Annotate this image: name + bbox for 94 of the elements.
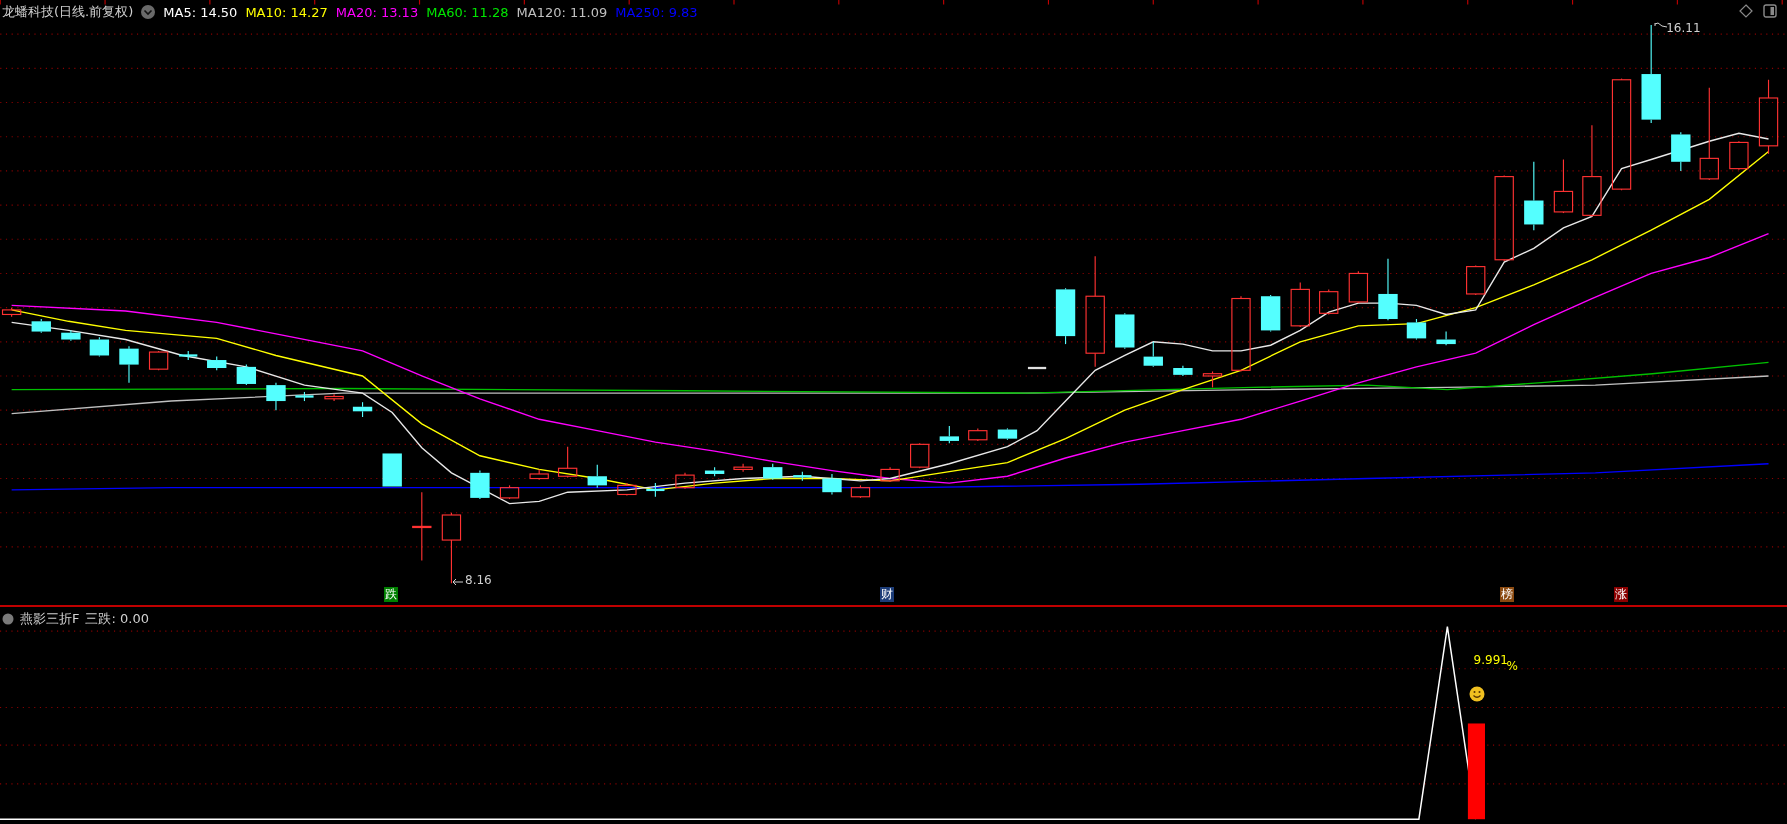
candlestick	[1466, 264, 1486, 296]
candlestick	[470, 470, 490, 500]
candlestick	[382, 452, 402, 488]
candlestick	[1143, 341, 1163, 368]
diamond-icon[interactable]	[1739, 4, 1753, 18]
tick-mark	[1152, 0, 1154, 6]
candlestick	[1319, 288, 1339, 316]
candlestick	[617, 482, 637, 497]
ma-legend-label: MA250: 9.83	[615, 4, 698, 20]
candlestick	[1348, 270, 1369, 304]
tick-mark	[523, 0, 525, 6]
candlestick	[910, 442, 930, 469]
tick-mark	[1781, 0, 1783, 6]
candlestick	[1406, 318, 1427, 341]
candlestick	[1436, 331, 1456, 346]
tick-mark	[209, 0, 211, 6]
candlestick	[587, 464, 607, 489]
candlestick	[529, 468, 549, 481]
ma-legend-label: MA10: 14.27	[245, 4, 328, 20]
tick-mark	[104, 0, 106, 6]
tick-mark	[418, 0, 421, 6]
candlestick	[1027, 366, 1047, 370]
indicator-icon[interactable]	[2, 613, 14, 625]
candlestick	[968, 427, 988, 442]
tick-mark	[1257, 0, 1259, 6]
chart-title: 龙蟠科技(日线.前复权)	[2, 3, 134, 21]
chevron-down-icon[interactable]	[141, 5, 156, 19]
candlestick	[1, 307, 22, 318]
tick-mark	[943, 0, 945, 6]
value-label: 9.991	[1473, 652, 1508, 667]
tick-mark	[733, 0, 735, 6]
candlestick	[704, 466, 725, 477]
candlestick	[1173, 365, 1193, 377]
candlestick	[763, 463, 783, 481]
tick-mark	[628, 0, 630, 6]
candlestick	[207, 356, 227, 371]
candlestick	[61, 329, 81, 342]
candlestick	[352, 401, 373, 418]
tick-mark	[0, 0, 1, 6]
candlestick	[236, 364, 257, 386]
candlestick	[1202, 370, 1223, 388]
candlestick	[1290, 282, 1310, 328]
candlestick	[675, 472, 695, 490]
candlestick	[822, 473, 842, 496]
tick-mark	[1362, 0, 1364, 6]
candlestick	[1524, 161, 1544, 231]
candlestick	[148, 350, 169, 371]
ma-legend-label: MA60: 11.28	[426, 4, 509, 20]
candlestick	[412, 491, 432, 562]
event-marker: 榜	[1499, 586, 1514, 602]
tick-mark	[1467, 0, 1469, 6]
candlestick	[850, 484, 871, 499]
candlestick	[266, 382, 286, 411]
candlestick	[119, 345, 139, 384]
candlestick	[1260, 294, 1281, 333]
candlestick	[1671, 131, 1691, 172]
candlestick	[441, 512, 462, 584]
candlestick	[499, 484, 520, 500]
candlestick	[880, 466, 900, 483]
indicator-reading: 三跌: 0.00	[85, 610, 149, 628]
unit-label: %	[1506, 659, 1518, 674]
candlestick	[89, 336, 110, 358]
tick-mark	[1047, 0, 1049, 6]
candlestick	[179, 350, 198, 361]
candlestick	[557, 446, 578, 478]
candlestick	[646, 482, 665, 498]
indicator-title: 燕影三折F	[20, 610, 80, 628]
candlestick	[1378, 258, 1398, 321]
event-marker: 跌	[384, 586, 399, 602]
candlestick	[939, 425, 959, 444]
tick-mark	[838, 0, 840, 6]
candlestick	[31, 318, 51, 334]
candlestick	[997, 427, 1018, 441]
ma-legend-label: MA5: 14.50	[163, 4, 238, 20]
leader-line	[452, 577, 465, 586]
low-price-label: 8.16	[465, 573, 492, 588]
tick-mark	[1572, 0, 1574, 6]
candlestick	[1729, 140, 1749, 171]
candlestick	[1115, 312, 1135, 350]
event-marker: 财	[879, 586, 894, 602]
candlestick	[324, 393, 344, 402]
ma-legend-label: MA120: 11.09	[516, 4, 608, 20]
candlestick	[793, 471, 812, 482]
candlestick	[1553, 158, 1574, 214]
candlestick	[295, 391, 314, 402]
candlestick	[1055, 287, 1076, 345]
tick-mark	[314, 0, 316, 6]
high-price-label: 16.11	[1666, 20, 1701, 35]
smiley-icon	[1469, 685, 1485, 702]
candlestick	[733, 463, 753, 473]
panel-toggle-icon[interactable]	[1763, 4, 1777, 18]
ma-legend-label: MA20: 13.13	[335, 4, 419, 20]
event-marker: 涨	[1613, 586, 1628, 602]
tick-mark	[1676, 0, 1678, 6]
